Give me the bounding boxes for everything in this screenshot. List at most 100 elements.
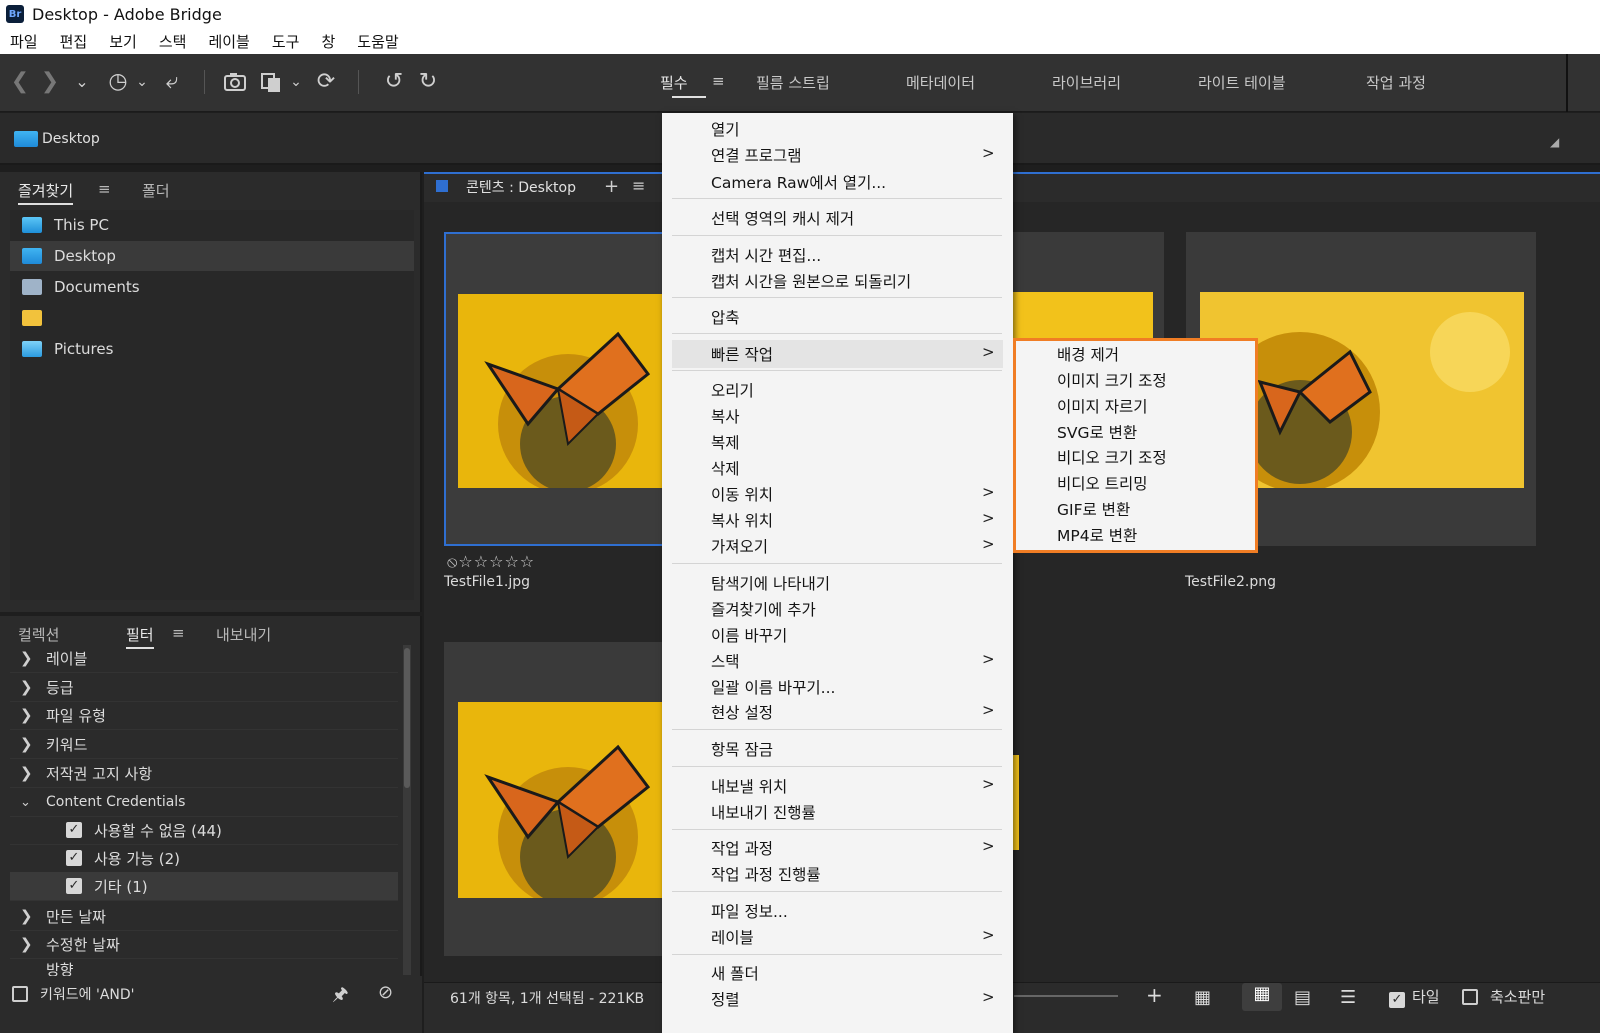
menu-item-delete[interactable]: 삭제 bbox=[711, 457, 740, 479]
filename-label[interactable]: TestFile1.jpg bbox=[444, 574, 530, 590]
filter-category-rating[interactable]: ❯ 등급 bbox=[10, 673, 398, 702]
menu-item-revert-capture-time[interactable]: 캡처 시간을 원본으로 되돌리기 bbox=[711, 270, 911, 292]
menu-item-new-folder[interactable]: 새 폴더 bbox=[711, 962, 759, 984]
submenu-item-resize-video[interactable]: 비디오 크기 조정 bbox=[1057, 446, 1167, 468]
menu-item-duplicate[interactable]: 복제 bbox=[711, 431, 740, 453]
menu-item-open[interactable]: 열기 bbox=[711, 118, 740, 140]
menu-item-compress[interactable]: 압축 bbox=[711, 306, 740, 328]
menu-file[interactable]: 파일 bbox=[10, 31, 38, 52]
zoom-in-icon[interactable]: + bbox=[1146, 983, 1163, 1007]
forward-arrow-icon[interactable]: ❯ bbox=[36, 68, 64, 96]
boomerang-icon[interactable]: ⤶ bbox=[158, 68, 186, 96]
menu-item-workflow-progress[interactable]: 작업 과정 진행률 bbox=[711, 863, 821, 885]
thumbnail-card[interactable] bbox=[444, 642, 674, 956]
filter-option-available[interactable]: ✓ 사용 가능 (2) bbox=[10, 844, 398, 873]
checkbox-checked-icon[interactable]: ✓ bbox=[66, 822, 82, 838]
view-list-icon[interactable]: ☰ bbox=[1340, 987, 1356, 1008]
tab-metadata[interactable]: 메타데이터 bbox=[906, 72, 975, 93]
menu-item-export-to[interactable]: 내보낼 위치 bbox=[711, 775, 787, 797]
menu-item-purge-cache[interactable]: 선택 영역의 캐시 제거 bbox=[711, 207, 854, 229]
menu-item-copy[interactable]: 복사 bbox=[711, 405, 740, 427]
menu-item-add-to-favorites[interactable]: 즐겨찾기에 추가 bbox=[711, 598, 816, 620]
favorites-menu-icon[interactable]: ≡ bbox=[98, 180, 111, 198]
keyword-and-checkbox[interactable] bbox=[12, 986, 28, 1002]
thumbnail-only-checkbox[interactable] bbox=[1462, 989, 1478, 1005]
tab-light-table[interactable]: 라이트 테이블 bbox=[1198, 72, 1286, 93]
filter-option-unavailable[interactable]: ✓ 사용할 수 없음 (44) bbox=[10, 816, 398, 845]
back-arrow-icon[interactable]: ❮ bbox=[6, 68, 34, 96]
checkbox-checked-icon[interactable]: ✓ bbox=[66, 850, 82, 866]
add-tab-icon[interactable]: + bbox=[604, 176, 619, 197]
output-dropdown-icon[interactable]: ⌄ bbox=[282, 68, 310, 96]
favorite-item-folder[interactable] bbox=[10, 303, 414, 333]
filter-category-file-type[interactable]: ❯ 파일 유형 bbox=[10, 701, 398, 730]
favorite-item-pictures[interactable]: Pictures bbox=[10, 334, 414, 364]
clear-filter-icon[interactable]: ⊘ bbox=[378, 982, 393, 1003]
thumbnail-size-slider[interactable] bbox=[1014, 995, 1118, 997]
favorite-item-desktop[interactable]: Desktop bbox=[10, 241, 414, 271]
thumbnail-card-selected[interactable] bbox=[444, 232, 674, 546]
submenu-item-convert-mp4[interactable]: MP4로 변환 bbox=[1057, 524, 1137, 546]
filter-category-date-modified[interactable]: ❯ 수정한 날짜 bbox=[10, 930, 398, 959]
menu-label[interactable]: 레이블 bbox=[208, 31, 249, 52]
menu-tools[interactable]: 도구 bbox=[272, 31, 300, 52]
history-dropdown-icon[interactable]: ⌄ bbox=[128, 68, 156, 96]
menu-item-edit-capture-time[interactable]: 캡처 시간 편집... bbox=[711, 244, 821, 266]
tab-workflow[interactable]: 작업 과정 bbox=[1366, 72, 1426, 93]
pin-icon[interactable]: 🖈 bbox=[332, 982, 349, 1012]
menu-item-reveal-in-explorer[interactable]: 탐색기에 나타내기 bbox=[711, 572, 830, 594]
menu-item-import[interactable]: 가져오기 bbox=[711, 535, 768, 557]
path-options-icon[interactable]: ◢ bbox=[1550, 135, 1559, 149]
menu-item-open-camera-raw[interactable]: Camera Raw에서 열기... bbox=[711, 171, 886, 193]
submenu-item-convert-gif[interactable]: GIF로 변환 bbox=[1057, 498, 1130, 520]
view-thumbnails-icon[interactable]: ▦ bbox=[1242, 983, 1282, 1011]
submenu-item-trim-video[interactable]: 비디오 트리밍 bbox=[1057, 472, 1148, 494]
filter-category-label[interactable]: ❯ 레이블 bbox=[10, 644, 398, 673]
filter-option-other[interactable]: ✓ 기타 (1) bbox=[10, 872, 398, 901]
filter-category-content-credentials[interactable]: ⌄ Content Credentials bbox=[10, 788, 398, 817]
tab-folders[interactable]: 폴더 bbox=[142, 180, 170, 201]
tab-filmstrip[interactable]: 필름 스트립 bbox=[756, 72, 830, 93]
tab-library[interactable]: 라이브러리 bbox=[1052, 72, 1121, 93]
menu-stack[interactable]: 스택 bbox=[159, 31, 187, 52]
menu-item-lock-item[interactable]: 항목 잠금 bbox=[711, 738, 773, 760]
filter-menu-icon[interactable]: ≡ bbox=[172, 624, 185, 642]
menu-edit[interactable]: 편집 bbox=[60, 31, 88, 52]
workspace-menu-icon[interactable]: ≡ bbox=[712, 72, 725, 90]
submenu-item-convert-svg[interactable]: SVG로 변환 bbox=[1057, 421, 1137, 443]
tab-collections[interactable]: 컬렉션 bbox=[18, 624, 59, 645]
menu-window[interactable]: 창 bbox=[321, 31, 335, 52]
filter-category-keywords[interactable]: ❯ 키워드 bbox=[10, 730, 398, 759]
refine-sync-icon[interactable]: ⟳ bbox=[312, 68, 340, 96]
camera-import-icon[interactable] bbox=[222, 68, 250, 96]
menu-item-quick-actions[interactable]: 빠른 작업 bbox=[711, 343, 773, 365]
breadcrumb-desktop[interactable]: Desktop bbox=[42, 131, 100, 147]
filter-category-orientation[interactable]: 방향 bbox=[10, 959, 398, 976]
content-menu-icon[interactable]: ≡ bbox=[632, 176, 645, 195]
menu-item-open-with[interactable]: 연결 프로그램 bbox=[711, 144, 802, 166]
menu-item-rename[interactable]: 이름 바꾸기 bbox=[711, 624, 787, 646]
submenu-item-crop-image[interactable]: 이미지 자르기 bbox=[1057, 395, 1148, 417]
menu-item-batch-rename[interactable]: 일괄 이름 바꾸기... bbox=[711, 676, 835, 698]
menu-item-file-info[interactable]: 파일 정보... bbox=[711, 900, 788, 922]
menu-item-workflow[interactable]: 작업 과정 bbox=[711, 837, 773, 859]
filename-label[interactable]: TestFile2.png bbox=[1185, 574, 1276, 590]
menu-item-cut[interactable]: 오리기 bbox=[711, 379, 754, 401]
filter-category-copyright[interactable]: ❯ 저작권 고지 사항 bbox=[10, 759, 398, 788]
menu-item-move-to[interactable]: 이동 위치 bbox=[711, 483, 773, 505]
view-details-icon[interactable]: ▤ bbox=[1294, 987, 1311, 1008]
favorite-item-documents[interactable]: Documents bbox=[10, 272, 414, 302]
menu-item-sort[interactable]: 정렬 bbox=[711, 988, 740, 1010]
chevron-down-icon[interactable]: ⌄ bbox=[68, 68, 96, 96]
submenu-item-remove-background[interactable]: 배경 제거 bbox=[1057, 343, 1119, 365]
menu-item-label[interactable]: 레이블 bbox=[711, 926, 754, 948]
menu-item-stack[interactable]: 스택 bbox=[711, 650, 740, 672]
filter-scrollbar-thumb[interactable] bbox=[404, 648, 410, 788]
checkbox-checked-icon[interactable]: ✓ bbox=[66, 878, 82, 894]
tab-essentials[interactable]: 필수 bbox=[660, 72, 688, 93]
menu-view[interactable]: 보기 bbox=[109, 31, 137, 52]
rotate-left-icon[interactable]: ↺ bbox=[380, 68, 408, 96]
tab-export[interactable]: 내보내기 bbox=[216, 624, 271, 645]
rotate-right-icon[interactable]: ↻ bbox=[414, 68, 442, 96]
submenu-item-resize-image[interactable]: 이미지 크기 조정 bbox=[1057, 369, 1167, 391]
